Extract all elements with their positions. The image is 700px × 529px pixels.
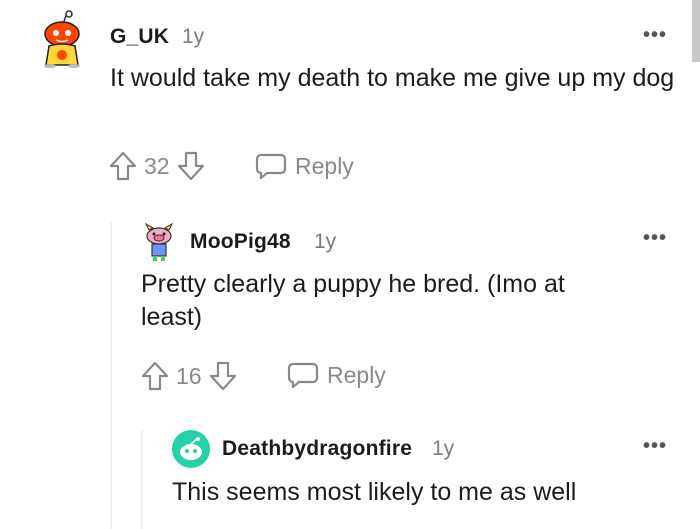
snoo-avatar-icon [44, 10, 80, 68]
scrollbar[interactable] [692, 0, 700, 62]
comment-username[interactable]: Deathbydragonfire [222, 437, 412, 461]
comment-age: 1y [432, 437, 455, 460]
comment-age: 1y [314, 230, 337, 253]
comment-body: This seems most likely to me as well [172, 478, 577, 506]
reply-label: Reply [295, 152, 354, 179]
comment-age: 1y [182, 25, 205, 48]
avatar[interactable] [35, 10, 90, 68]
more-options-icon[interactable]: ••• [643, 227, 667, 250]
comment-username[interactable]: MooPig48 [190, 230, 291, 254]
pig-avatar-icon [144, 222, 174, 261]
comment-bubble-icon [255, 153, 287, 180]
vote-bar: 16 [140, 360, 238, 392]
downvote-icon[interactable] [176, 150, 206, 182]
vote-bar: 32 [108, 150, 206, 182]
vote-count: 16 [176, 362, 202, 389]
more-options-icon[interactable]: ••• [643, 435, 667, 458]
comment-body: It would take my death to make me give u… [110, 64, 675, 92]
reply-button[interactable]: Reply [255, 152, 354, 180]
comment-username[interactable]: G_UK [110, 25, 169, 49]
more-options-icon[interactable]: ••• [643, 24, 667, 47]
reply-label: Reply [327, 361, 386, 388]
avatar[interactable] [142, 222, 176, 262]
thread-line[interactable] [110, 222, 112, 529]
comment-body: Pretty clearly a puppy he bred. (Imo at … [141, 270, 565, 331]
avatar[interactable] [172, 430, 210, 468]
upvote-icon[interactable] [108, 150, 138, 182]
downvote-icon[interactable] [208, 360, 238, 392]
comment-bubble-icon [287, 362, 319, 389]
vote-count: 32 [144, 152, 170, 179]
thread-line[interactable] [141, 430, 143, 529]
upvote-icon[interactable] [140, 360, 170, 392]
reply-button[interactable]: Reply [287, 361, 386, 389]
snoo-green-avatar-icon [172, 430, 210, 468]
